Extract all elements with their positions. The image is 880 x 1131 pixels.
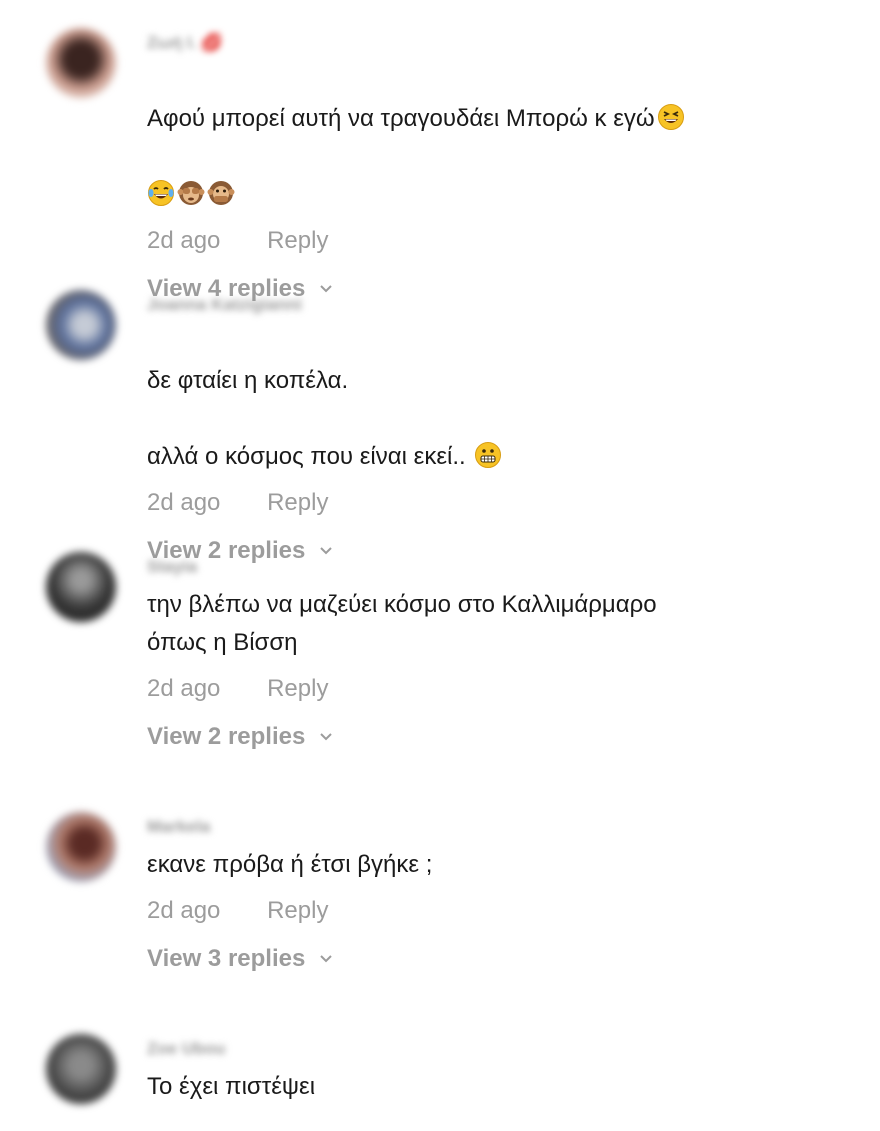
comment-username[interactable]: Stayia	[147, 556, 197, 578]
comment-meta: 2d ago Reply	[147, 896, 860, 926]
comment-text-line: δε φταίει η κοπέλα.	[147, 367, 349, 394]
avatar[interactable]	[46, 812, 116, 882]
comment-text: δε φταίει η κοπέλα. αλλά ο κόσμος που εί…	[147, 324, 860, 476]
comment-text: εκανε πρόβα ή έτσι βγήκε ;	[147, 851, 433, 878]
chevron-down-icon	[320, 285, 333, 293]
reply-button[interactable]: Reply	[267, 897, 328, 924]
reply-button[interactable]: Reply	[267, 489, 328, 516]
reply-button[interactable]: Reply	[267, 675, 328, 702]
comment-username[interactable]: Joanna Katzigianni	[147, 294, 302, 316]
face-with-tears-of-joy-icon	[148, 180, 174, 206]
comment-text: την βλέπω να μαζεύει κόσμο στο Καλλιμάρμ…	[147, 591, 657, 656]
comment-username[interactable]: Markela	[147, 816, 210, 838]
grimacing-face-icon	[475, 442, 502, 468]
comment-text-line: αλλά ο κόσμος που είναι εκεί..	[147, 443, 473, 470]
comment-meta: 2d ago Reply	[147, 674, 860, 704]
view-replies-label: View 2 replies	[147, 723, 306, 750]
speak-no-evil-monkey-icon	[207, 181, 235, 205]
avatar[interactable]	[46, 552, 116, 622]
chevron-down-icon	[320, 547, 333, 555]
comment-username[interactable]: Ζωή Ι. 💋	[147, 32, 222, 54]
grinning-squinting-face-icon	[657, 104, 684, 130]
chevron-down-icon	[320, 955, 333, 963]
comment-meta: 2d ago Reply	[147, 488, 860, 518]
comment-meta: 2d ago Reply	[147, 226, 860, 256]
comment-timestamp: 2d ago	[147, 897, 221, 924]
avatar[interactable]	[46, 290, 116, 360]
comment-text: Το έχει πιστέψει	[147, 1073, 316, 1100]
comment-timestamp: 2d ago	[147, 489, 221, 516]
comment-text-content: Αφού μπορεί αυτή να τραγουδάει Μπορώ κ ε…	[147, 105, 655, 132]
avatar[interactable]	[46, 1034, 116, 1104]
comment-timestamp: 2d ago	[147, 227, 221, 254]
chevron-down-icon	[320, 733, 333, 741]
reply-button[interactable]: Reply	[267, 227, 328, 254]
comment-timestamp: 2d ago	[147, 675, 221, 702]
view-replies-label: View 3 replies	[147, 945, 306, 972]
view-replies-button[interactable]: View 3 replies	[147, 944, 333, 974]
avatar[interactable]	[46, 28, 116, 98]
comment-username[interactable]: Zoe Ubou	[147, 1038, 225, 1060]
see-no-evil-monkey-icon	[177, 181, 205, 205]
comment-text: Αφού μπορεί αυτή να τραγουδάει Μπορώ κ ε…	[147, 62, 860, 214]
view-replies-button[interactable]: View 2 replies	[147, 722, 333, 752]
